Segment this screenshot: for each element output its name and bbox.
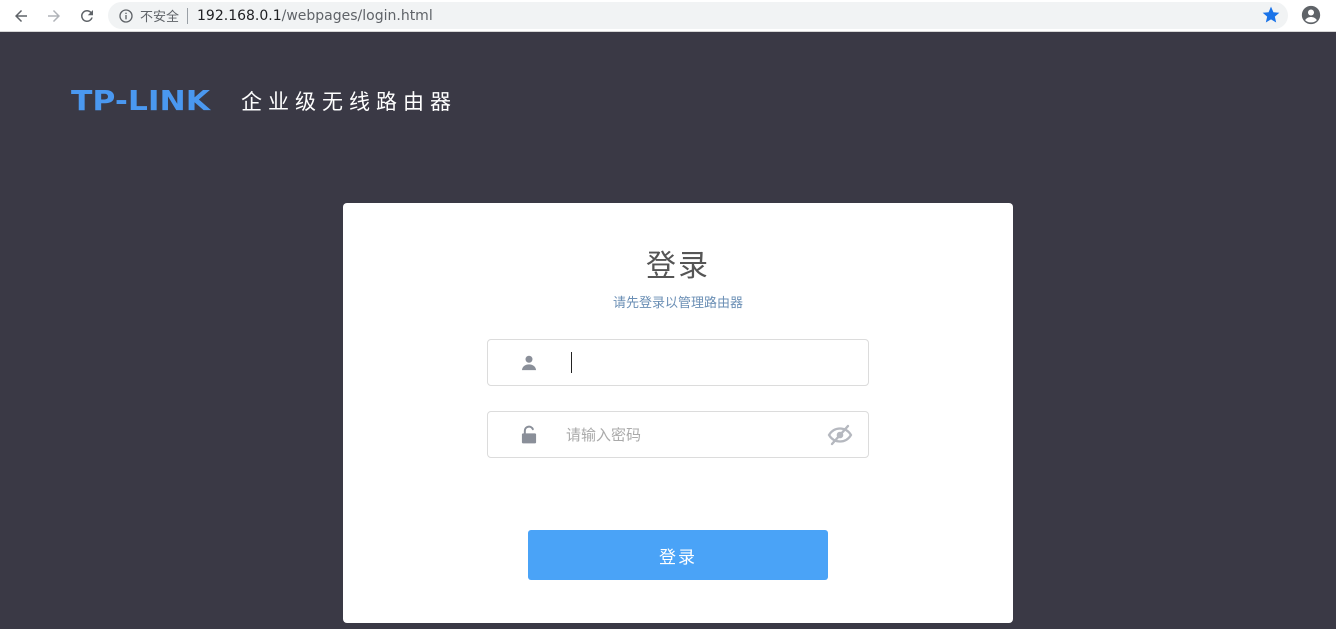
login-title: 登录 <box>646 249 710 284</box>
password-input[interactable] <box>566 420 816 450</box>
address-bar[interactable]: 不安全 192.168.0.1 /webpages/login.html <box>108 2 1288 29</box>
tp-link-logo: TP-LINK <box>71 84 211 117</box>
arrow-left-icon <box>15 9 27 22</box>
reload-icon <box>80 9 93 22</box>
arrow-right-icon <box>48 9 60 22</box>
login-button[interactable]: 登录 <box>528 530 828 580</box>
info-icon[interactable] <box>118 8 134 24</box>
username-field[interactable] <box>487 339 869 386</box>
reload-button[interactable] <box>75 4 99 28</box>
username-input[interactable] <box>566 348 816 378</box>
url-path: /webpages/login.html <box>281 7 433 24</box>
user-icon <box>518 352 540 374</box>
star-icon[interactable] <box>1261 5 1281 25</box>
url-host: 192.168.0.1 <box>197 7 282 24</box>
password-field[interactable] <box>487 411 869 458</box>
browser-toolbar: 不安全 192.168.0.1 /webpages/login.html <box>0 0 1336 32</box>
product-name: 企业级无线路由器 <box>241 89 457 114</box>
back-button[interactable] <box>9 4 33 28</box>
eye-slash-icon[interactable] <box>827 423 853 447</box>
login-card: 登录 请先登录以管理路由器 登录 <box>343 203 1013 623</box>
brand-header: TP-LINK 企业级无线路由器 <box>71 84 457 117</box>
security-label: 不安全 <box>140 10 180 25</box>
omnibox-divider <box>187 7 189 24</box>
lock-icon <box>518 424 540 446</box>
text-cursor <box>571 352 572 373</box>
login-subtitle: 请先登录以管理路由器 <box>612 296 743 311</box>
account-icon[interactable] <box>1300 4 1322 26</box>
forward-button[interactable] <box>42 4 66 28</box>
